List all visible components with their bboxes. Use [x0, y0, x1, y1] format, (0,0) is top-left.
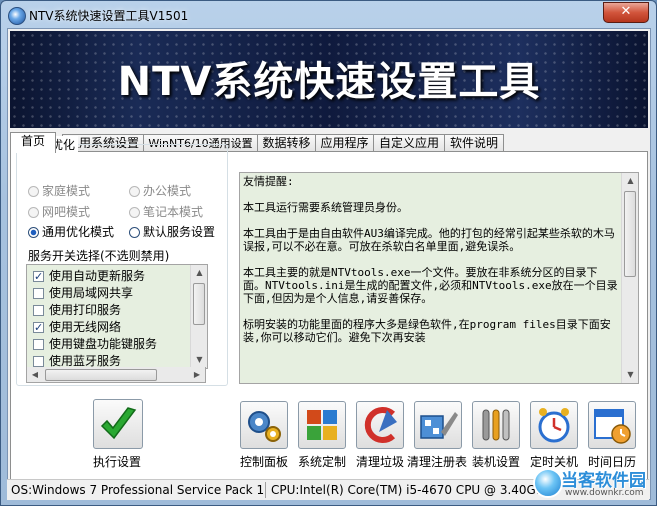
radio-office-mode[interactable]: 办公模式 [129, 182, 191, 199]
wrench-icon [482, 409, 510, 441]
service-label: 使用键盘功能键服务 [49, 337, 158, 351]
scroll-up-arrow-icon[interactable]: ▲ [622, 173, 638, 189]
scroll-left-arrow-icon[interactable]: ◀ [27, 367, 43, 383]
tab-applications[interactable]: 应用程序 [315, 134, 374, 152]
checkbox[interactable] [33, 305, 44, 316]
watermark-logo-icon [533, 468, 563, 498]
registry-icon [420, 412, 458, 439]
system-custom-button[interactable] [298, 401, 346, 449]
service-label: 使用无线网络 [49, 320, 122, 334]
radio-dot [129, 207, 140, 218]
app-icon [8, 7, 26, 25]
timed-shutdown-button[interactable] [530, 401, 578, 449]
radio-dot [28, 207, 39, 218]
scroll-right-arrow-icon[interactable]: ▶ [189, 367, 205, 383]
checkbox[interactable] [33, 268, 44, 285]
control-panel-button[interactable] [240, 401, 288, 449]
scroll-down-arrow-icon[interactable]: ▼ [622, 367, 638, 383]
scroll-thumb[interactable] [193, 283, 205, 325]
radio-default-services[interactable]: 默认服务设置 [129, 223, 215, 240]
radio-general-mode[interactable]: 通用优化模式 [28, 223, 114, 240]
control-panel-label: 控制面板 [240, 455, 289, 469]
radio-label: 默认服务设置 [143, 225, 216, 239]
tab-custom-apps[interactable]: 自定义应用 [373, 134, 445, 152]
service-auto-update[interactable]: 使用自动更新服务 [33, 268, 145, 285]
tab-home[interactable]: 首页 [10, 132, 56, 153]
checkbox[interactable] [33, 339, 44, 350]
radio-label: 网吧模式 [42, 205, 91, 219]
service-keyboard-fn[interactable]: 使用键盘功能键服务 [33, 336, 157, 353]
tab-data-transfer[interactable]: 数据转移 [257, 134, 316, 152]
services-hscrollbar[interactable]: ◀ ▶ [26, 367, 206, 383]
status-divider [265, 482, 266, 498]
checkbox[interactable] [33, 288, 44, 299]
radio-label: 通用优化模式 [42, 225, 115, 239]
watermark: 当客软件园 www.downkr.com [531, 466, 655, 504]
banner: NTV系统快速设置工具 [10, 31, 648, 128]
checkbox[interactable] [33, 319, 44, 336]
notice-text: 友情提醒: 本工具运行需要系统管理员身份。 本工具由于是由自由软件AU3编译完成… [243, 175, 618, 344]
gears-icon [248, 411, 281, 442]
radio-home-mode[interactable]: 家庭模式 [28, 182, 90, 199]
checkbox[interactable] [33, 356, 44, 367]
watermark-subtitle: www.downkr.com [565, 488, 644, 498]
execute-button[interactable] [93, 399, 143, 449]
hscroll-thumb[interactable] [45, 369, 157, 381]
scroll-thumb[interactable] [624, 191, 636, 277]
install-settings-label: 装机设置 [472, 455, 521, 469]
service-lan-share[interactable]: 使用局域网共享 [33, 285, 133, 302]
services-list: 使用自动更新服务 使用局域网共享 使用打印服务 使用无线网络 使用键盘功能键服务… [26, 264, 208, 369]
scroll-down-arrow-icon[interactable]: ▼ [191, 352, 207, 368]
calendar-icon [594, 409, 631, 444]
radio-label: 家庭模式 [42, 184, 91, 198]
service-label: 使用蓝牙服务 [49, 354, 122, 368]
ccleaner-icon [364, 407, 397, 443]
office-icon [307, 410, 337, 440]
tab-about[interactable]: 软件说明 [444, 134, 504, 152]
service-label: 使用局域网共享 [49, 286, 134, 300]
title-bar[interactable]: NTV系统快速设置工具V1501 ✕ [1, 1, 656, 29]
system-custom-label: 系统定制 [298, 455, 347, 469]
radio-dot [28, 227, 39, 238]
clean-junk-label: 清理垃圾 [356, 455, 405, 469]
check-icon [100, 407, 137, 440]
services-vscrollbar[interactable]: ▲ ▼ [190, 265, 207, 368]
clean-registry-button[interactable] [414, 401, 462, 449]
radio-dot [129, 186, 140, 197]
radio-label: 笔记本模式 [143, 205, 204, 219]
radio-netcafe-mode[interactable]: 网吧模式 [28, 203, 90, 220]
scroll-up-arrow-icon[interactable]: ▲ [191, 265, 207, 281]
close-button[interactable]: ✕ [603, 2, 649, 23]
radio-label: 办公模式 [143, 184, 192, 198]
install-settings-button[interactable] [472, 401, 520, 449]
notice-textbox[interactable]: 友情提醒: 本工具运行需要系统管理员身份。 本工具由于是由自由软件AU3编译完成… [239, 172, 639, 384]
execute-label: 执行设置 [93, 455, 142, 469]
radio-laptop-mode[interactable]: 笔记本模式 [129, 203, 203, 220]
banner-title: NTV系统快速设置工具 [117, 59, 541, 105]
clean-junk-button[interactable] [356, 401, 404, 449]
service-print[interactable]: 使用打印服务 [33, 302, 121, 319]
services-caption: 服务开关选择(不选则禁用) [28, 249, 170, 263]
clean-registry-label: 清理注册表 [407, 455, 468, 469]
notice-vscrollbar[interactable]: ▲ ▼ [621, 173, 638, 383]
radio-dot [28, 186, 39, 197]
status-os: OS:Windows 7 Professional Service Pack 1 [11, 483, 265, 497]
service-label: 使用自动更新服务 [49, 269, 146, 283]
radio-dot [129, 227, 140, 238]
status-cpu: CPU:Intel(R) Core(TM) i5-4670 CPU @ 3.40… [271, 483, 552, 497]
service-wireless[interactable]: 使用无线网络 [33, 319, 121, 336]
alarm-clock-icon [538, 408, 570, 443]
window-title: NTV系统快速设置工具V1501 [29, 9, 189, 23]
calendar-button[interactable] [588, 401, 636, 449]
service-label: 使用打印服务 [49, 303, 122, 317]
